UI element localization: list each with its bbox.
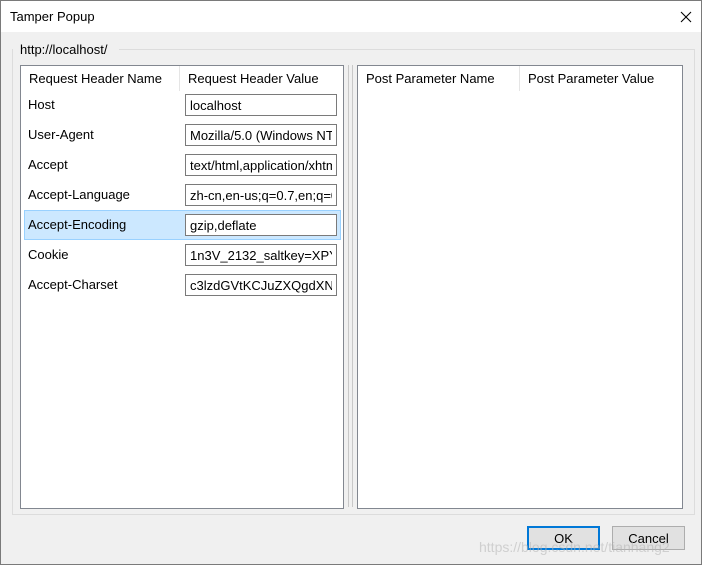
header-value-input[interactable]: [185, 154, 337, 176]
group-box-top-border: [119, 49, 694, 50]
column-header-request-header-value[interactable]: Request Header Value: [180, 66, 343, 91]
header-row-host[interactable]: Host: [24, 90, 341, 120]
column-header-request-header-name[interactable]: Request Header Name: [21, 66, 180, 91]
header-value-input[interactable]: [185, 94, 337, 116]
header-name: User-Agent: [28, 127, 94, 142]
column-header-post-parameter-value[interactable]: Post Parameter Value: [520, 66, 682, 91]
title-bar[interactable]: Tamper Popup: [1, 1, 701, 32]
request-headers-list[interactable]: Request Header Name Request Header Value…: [20, 65, 344, 509]
header-name: Accept-Charset: [28, 277, 118, 292]
header-value-input[interactable]: [185, 184, 337, 206]
header-name: Accept-Encoding: [28, 217, 127, 232]
column-header-post-parameter-name[interactable]: Post Parameter Name: [358, 66, 520, 91]
panel-splitter[interactable]: [348, 65, 353, 507]
header-row-user-agent[interactable]: User-Agent: [24, 120, 341, 150]
header-row-accept-language[interactable]: Accept-Language: [24, 180, 341, 210]
header-name: Host: [28, 97, 55, 112]
url-label: http://localhost/: [20, 42, 110, 57]
header-name: Accept: [28, 157, 68, 172]
ok-button[interactable]: OK: [527, 526, 600, 550]
header-value-input[interactable]: [185, 274, 337, 296]
cancel-button[interactable]: Cancel: [612, 526, 685, 550]
post-parameters-list[interactable]: Post Parameter Name Post Parameter Value: [357, 65, 683, 509]
header-row-cookie[interactable]: Cookie: [24, 240, 341, 270]
header-row-accept-encoding[interactable]: Accept-Encoding: [24, 210, 341, 240]
close-button[interactable]: [671, 1, 701, 32]
header-name: Accept-Language: [28, 187, 130, 202]
header-row-accept-charset[interactable]: Accept-Charset: [24, 270, 341, 300]
close-icon: [680, 11, 692, 22]
header-value-input[interactable]: [185, 214, 337, 236]
header-name: Cookie: [28, 247, 69, 262]
tamper-popup-window: Tamper Popup http://localhost/ Request H…: [0, 0, 702, 565]
header-row-accept[interactable]: Accept: [24, 150, 341, 180]
header-value-input[interactable]: [185, 124, 337, 146]
window-title: Tamper Popup: [10, 9, 95, 24]
header-value-input[interactable]: [185, 244, 337, 266]
